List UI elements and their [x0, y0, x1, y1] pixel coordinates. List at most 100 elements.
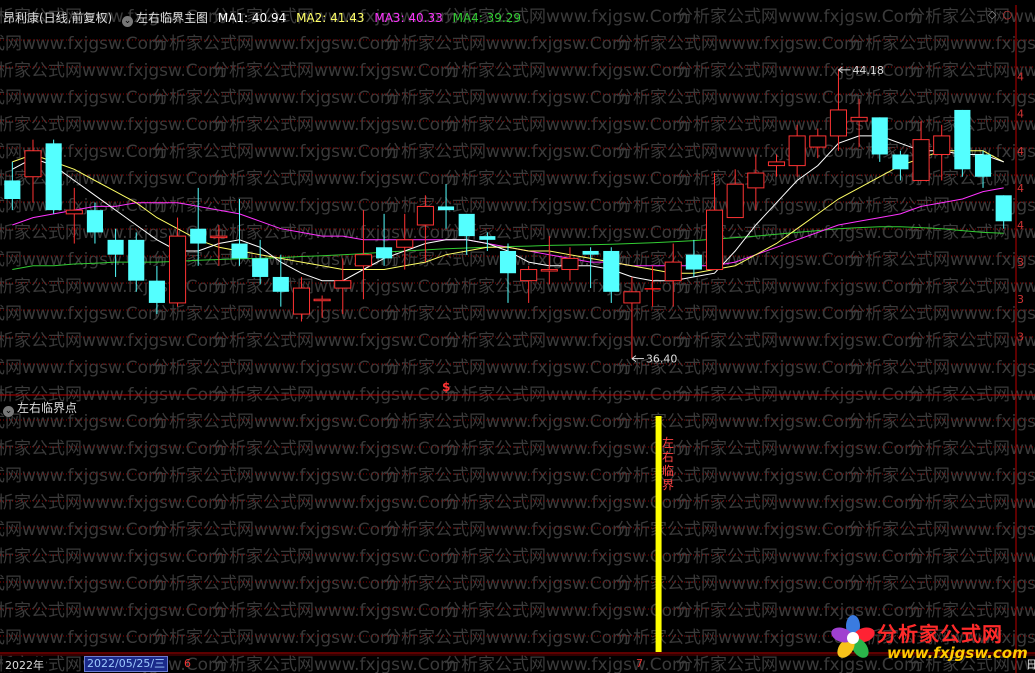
stock-chart-window: 分析家公式网www.fxjgsw.Com 分析家公式网www.fxjgsw.Com… [0, 0, 1035, 673]
watermark-text: 分析家公式网www.fxjgsw.Com [444, 601, 689, 621]
ma2-label: MA2: 41.43 [296, 11, 365, 25]
circle-icon[interactable]: ○ [1002, 8, 1012, 21]
watermark-text: 分析家公式网www.fxjgsw.Com [212, 601, 457, 621]
watermark-text: 分析家公式网www.fxjgsw.Com [384, 304, 629, 324]
watermark-text: 分析家公式网www.fxjgsw.Com [444, 277, 689, 297]
candle-body [24, 150, 42, 178]
watermark-text: 分析家公式网www.fxjgsw.Com [848, 412, 1035, 432]
watermark-text: 分析家公式网www.fxjgsw.Com [384, 88, 629, 108]
watermark-text: 分析家公式网www.fxjgsw.Com [616, 628, 861, 648]
watermark-text: 分析家公式网www.fxjgsw.Com [0, 439, 225, 459]
watermark-text: 分析家公式网www.fxjgsw.Com [384, 358, 629, 378]
watermark-text: 分析家公式网www.fxjgsw.Com [848, 88, 1035, 108]
watermark-text: 分析家公式网www.fxjgsw.Com [0, 547, 225, 567]
candle-body [520, 269, 538, 282]
candle-body [272, 276, 289, 292]
watermark-text: 分析家公式网www.fxjgsw.Com [0, 331, 225, 351]
watermark-text: 分析家公式网www.fxjgsw.Com [384, 412, 629, 432]
watermark-text: 分析家公式网www.fxjgsw.Com [0, 574, 165, 594]
watermark-text: 分析家公式网www.fxjgsw.Com [384, 466, 629, 486]
candle-body [850, 116, 868, 122]
watermark-text: 分析家公式网www.fxjgsw.Com [848, 574, 1035, 594]
chart-tools: ◇ ○ [988, 8, 1018, 21]
timeline-month-6: 6 [184, 657, 191, 670]
candle-body [954, 109, 971, 170]
watermark-text: 分析家公式网www.fxjgsw.Com [444, 655, 689, 673]
watermark-text: 分析家公式网www.fxjgsw.Com [616, 574, 861, 594]
watermark-text: 分析家公式网www.fxjgsw.Com [444, 61, 689, 81]
watermark-text: 分析家公式网www.fxjgsw.Com [848, 466, 1035, 486]
watermark-text: 分析家公式网www.fxjgsw.Com [0, 601, 225, 621]
watermark-text: 分析家公式网www.fxjgsw.Com [384, 142, 629, 162]
indicator-name-label[interactable]: 左右临界主图 [136, 11, 208, 25]
watermark-text: 分析家公式网www.fxjgsw.Com [384, 520, 629, 540]
watermark-text: 分析家公式网www.fxjgsw.Com [152, 142, 397, 162]
watermark-text: 分析家公式网www.fxjgsw.Com [848, 358, 1035, 378]
candle-body [705, 209, 724, 271]
ma4-label: MA4: 39.29 [452, 11, 522, 25]
candle-body [334, 280, 352, 289]
candle-body [623, 291, 641, 304]
candle-body [892, 154, 909, 170]
candle-body [499, 250, 517, 274]
candle-body [747, 172, 765, 189]
y-axis-label: 3 [1017, 256, 1024, 269]
watermark-text: 分析家公式网www.fxjgsw.Com [676, 7, 921, 27]
candle-body [540, 269, 558, 272]
watermark-text: 分析家公式网www.fxjgsw.Com [616, 466, 861, 486]
watermark-text: 分析家公式网www.fxjgsw.Com [384, 574, 629, 594]
watermark-text: 分析家公式网www.fxjgsw.Com [0, 520, 165, 540]
indicator-toggle-icon[interactable]: ⌄ [122, 16, 134, 27]
candle-body [107, 239, 124, 255]
candle-body [933, 135, 951, 155]
candle-body [479, 236, 496, 240]
watermark-text: 分析家公式网www.fxjgsw.Com [444, 115, 689, 135]
watermark-text: 分析家公式网www.fxjgsw.Com [0, 34, 165, 54]
dollar-marker: $ [442, 380, 450, 394]
kline-chart[interactable]: 分析家公式网www.fxjgsw.Com分析家公式网www.fxjgsw.Com… [0, 0, 1035, 673]
watermark-text: 分析家公式网www.fxjgsw.Com [212, 115, 457, 135]
candle-body [190, 228, 207, 244]
watermark-text: 分析家公式网www.fxjgsw.Com [444, 439, 689, 459]
watermark-text: 分析家公式网www.fxjgsw.Com [616, 34, 861, 54]
candle-body [561, 257, 579, 271]
y-axis-label: 4 [1017, 182, 1024, 195]
candle-body [148, 280, 165, 303]
candle-body [313, 298, 331, 302]
watermark-text: 分析家公式网www.fxjgsw.Com [212, 547, 457, 567]
sub-indicator-toggle-icon[interactable]: ⌄ [3, 406, 14, 417]
y-axis-label: 4 [1017, 108, 1024, 121]
watermark-text: 分析家公式网www.fxjgsw.Com [0, 358, 165, 378]
watermark-text: 分析家公式网www.fxjgsw.Com [152, 574, 397, 594]
diamond-icon[interactable]: ◇ [988, 8, 996, 21]
candle-body [65, 209, 83, 215]
watermark-text: 分析家公式网www.fxjgsw.Com [152, 358, 397, 378]
watermark-text: 分析家公式网www.fxjgsw.Com [676, 439, 921, 459]
candle-body [603, 250, 620, 292]
watermark-text: 分析家公式网www.fxjgsw.Com [0, 466, 165, 486]
candle-body [437, 206, 455, 211]
watermark-text: 分析家公式网www.fxjgsw.Com [444, 493, 689, 513]
watermark-text: 分析家公式网www.fxjgsw.Com [152, 412, 397, 432]
candle-body [871, 117, 888, 155]
watermark-text: 分析家公式网www.fxjgsw.Com [212, 169, 457, 189]
current-date-badge: 2022/05/25/三 [84, 656, 169, 672]
watermark-text: 分析家公式网www.fxjgsw.Com [0, 628, 165, 648]
low-price-label: 36.40 [646, 353, 678, 366]
watermark-text: 分析家公式网www.fxjgsw.Com [152, 304, 397, 324]
watermark-text: 分析家公式网www.fxjgsw.Com [152, 88, 397, 108]
watermark-text: 分析家公式网www.fxjgsw.Com [152, 520, 397, 540]
brand-logo: 分析家公式网 www.fxjgsw.com [827, 612, 1028, 664]
candle-body [231, 243, 248, 259]
watermark-text: 分析家公式网www.fxjgsw.Com [444, 547, 689, 567]
candle-body [912, 139, 930, 181]
watermark-text: 分析家公式网www.fxjgsw.Com [0, 493, 225, 513]
watermark-text: 分析家公式网www.fxjgsw.Com [152, 34, 397, 54]
sub-panel-title[interactable]: 左右临界点 [17, 401, 77, 415]
watermark-text: 分析家公式网www.fxjgsw.Com [444, 223, 689, 243]
candle-body [685, 254, 702, 270]
watermark-text: 分析家公式网www.fxjgsw.Com [616, 304, 861, 324]
candle-body [664, 261, 682, 282]
candle-body [252, 258, 269, 277]
stock-name-label: 昂利康(日线,前复权) [3, 11, 113, 25]
